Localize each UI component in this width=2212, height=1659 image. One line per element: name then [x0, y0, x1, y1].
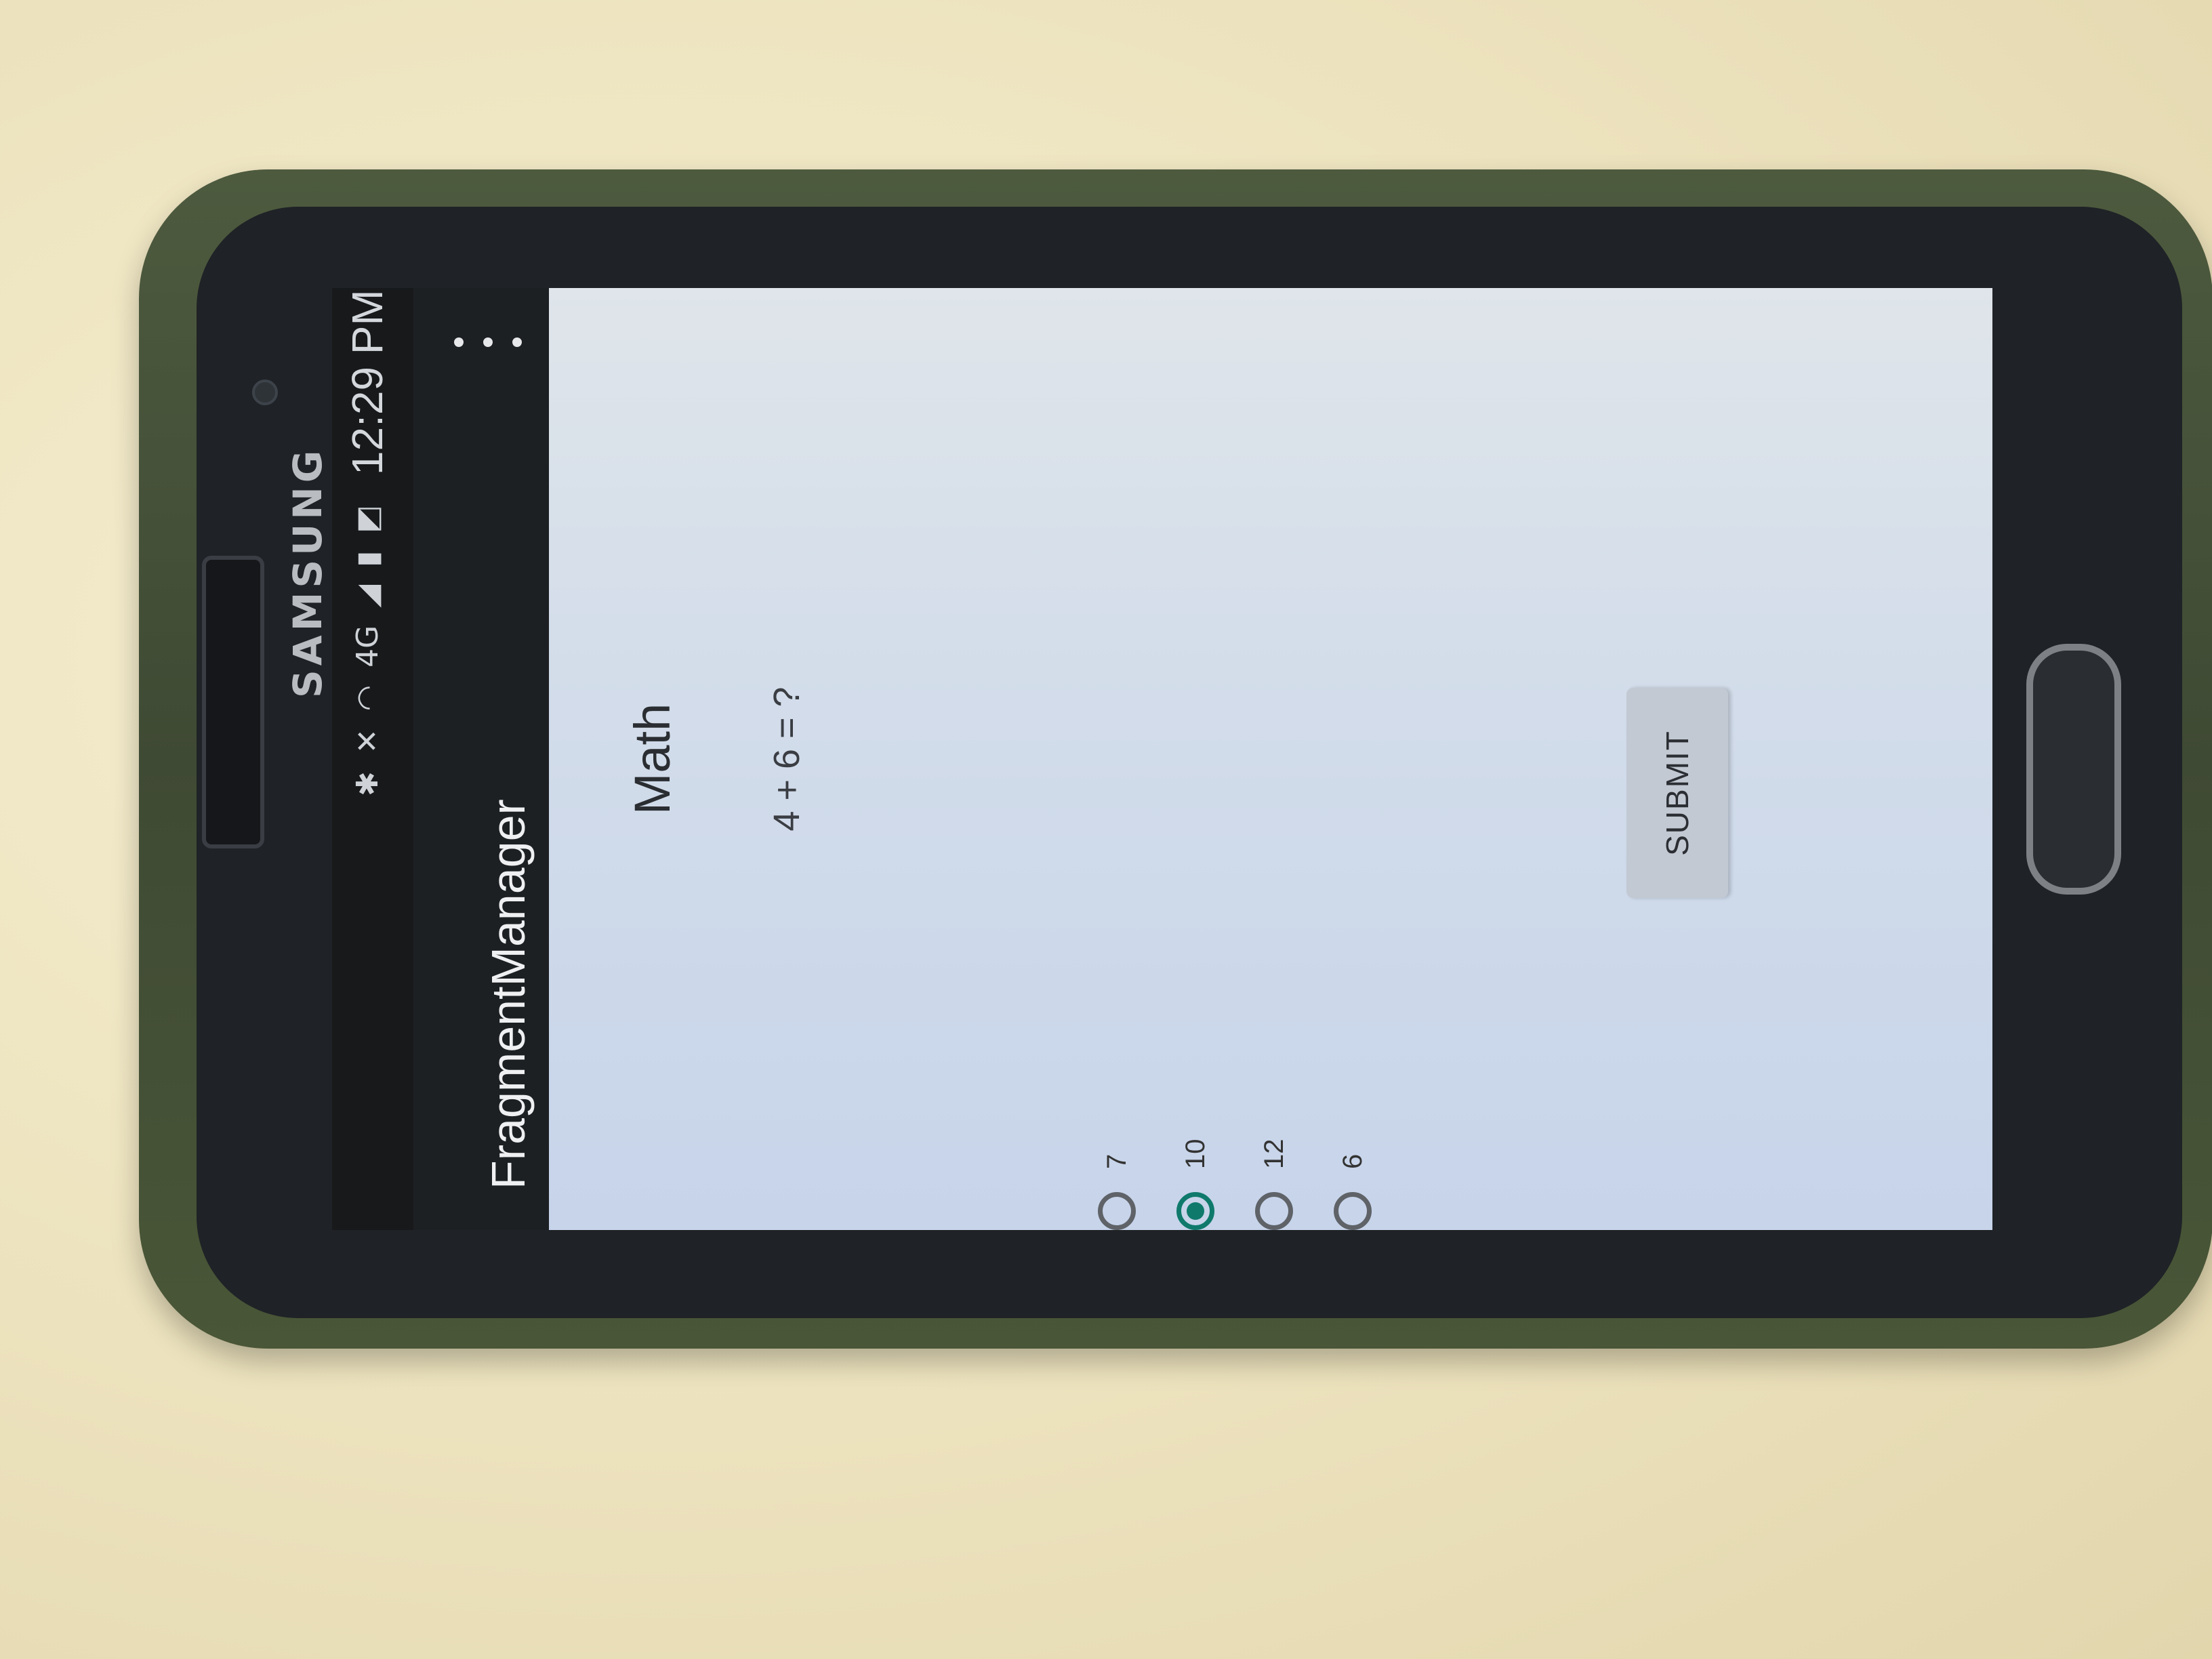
radio-button-icon[interactable]: [1334, 1192, 1372, 1230]
menu-dot: [512, 337, 522, 347]
answer-label: 7: [1101, 1153, 1132, 1169]
lte-icon: 4G: [350, 625, 385, 668]
front-camera: [252, 380, 278, 405]
answer-option[interactable]: 12: [1235, 756, 1313, 1230]
notification-icon: ◩: [350, 505, 385, 533]
overflow-menu-icon[interactable]: [454, 329, 522, 356]
status-icons: ✱ ✕ ◠ 4G ◢ ▮ ◩ 12:29 PM: [343, 289, 392, 796]
answer-label: 10: [1180, 1139, 1210, 1170]
radio-button-icon[interactable]: [1098, 1192, 1136, 1230]
battery-icon: ▮: [350, 550, 385, 567]
answer-option[interactable]: 10: [1156, 756, 1235, 1230]
radio-dot: [1187, 1202, 1204, 1220]
earpiece-speaker: [202, 556, 264, 848]
answer-label: 6: [1337, 1153, 1368, 1169]
answer-label: 12: [1258, 1139, 1289, 1170]
home-button[interactable]: [2026, 644, 2121, 895]
mute-icon: ✕: [350, 729, 385, 754]
status-bar: ✱ ✕ ◠ 4G ◢ ▮ ◩ 12:29 PM: [332, 288, 413, 1230]
radio-button-checked-icon[interactable]: [1176, 1192, 1214, 1230]
quiz-question: 4 + 6 = ?: [766, 687, 807, 832]
bluetooth-icon: ✱: [350, 771, 385, 796]
status-time: 12:29 PM: [343, 289, 392, 476]
radio-button-icon[interactable]: [1255, 1192, 1293, 1230]
app-title: FragmentManager: [482, 799, 535, 1189]
menu-dot: [483, 337, 493, 347]
menu-dot: [454, 337, 464, 347]
answer-option[interactable]: 6: [1313, 756, 1392, 1230]
quiz-title: Math: [624, 703, 680, 815]
phone-screen: ✱ ✕ ◠ 4G ◢ ▮ ◩ 12:29 PM FragmentManager: [332, 288, 1992, 1230]
photo-scene: SAMSUNG ✱ ✕ ◠ 4G ◢ ▮ ◩ 12:29 PM Fragment…: [0, 0, 2212, 1659]
signal-icon: ◢: [350, 584, 385, 608]
wifi-icon: ◠: [350, 684, 385, 712]
brand-logo: SAMSUNG: [285, 446, 331, 698]
submit-button[interactable]: SUBMIT: [1626, 688, 1728, 898]
quiz-fragment: Math 4 + 6 = ? 7 10 12 6 SUBMIT: [549, 288, 1992, 1230]
app-ui: ✱ ✕ ◠ 4G ◢ ▮ ◩ 12:29 PM FragmentManager: [332, 288, 1992, 1230]
answer-radio-group: 7 10 12 6: [1078, 756, 1392, 1230]
app-toolbar: FragmentManager: [413, 288, 549, 1230]
answer-option[interactable]: 7: [1078, 756, 1156, 1230]
